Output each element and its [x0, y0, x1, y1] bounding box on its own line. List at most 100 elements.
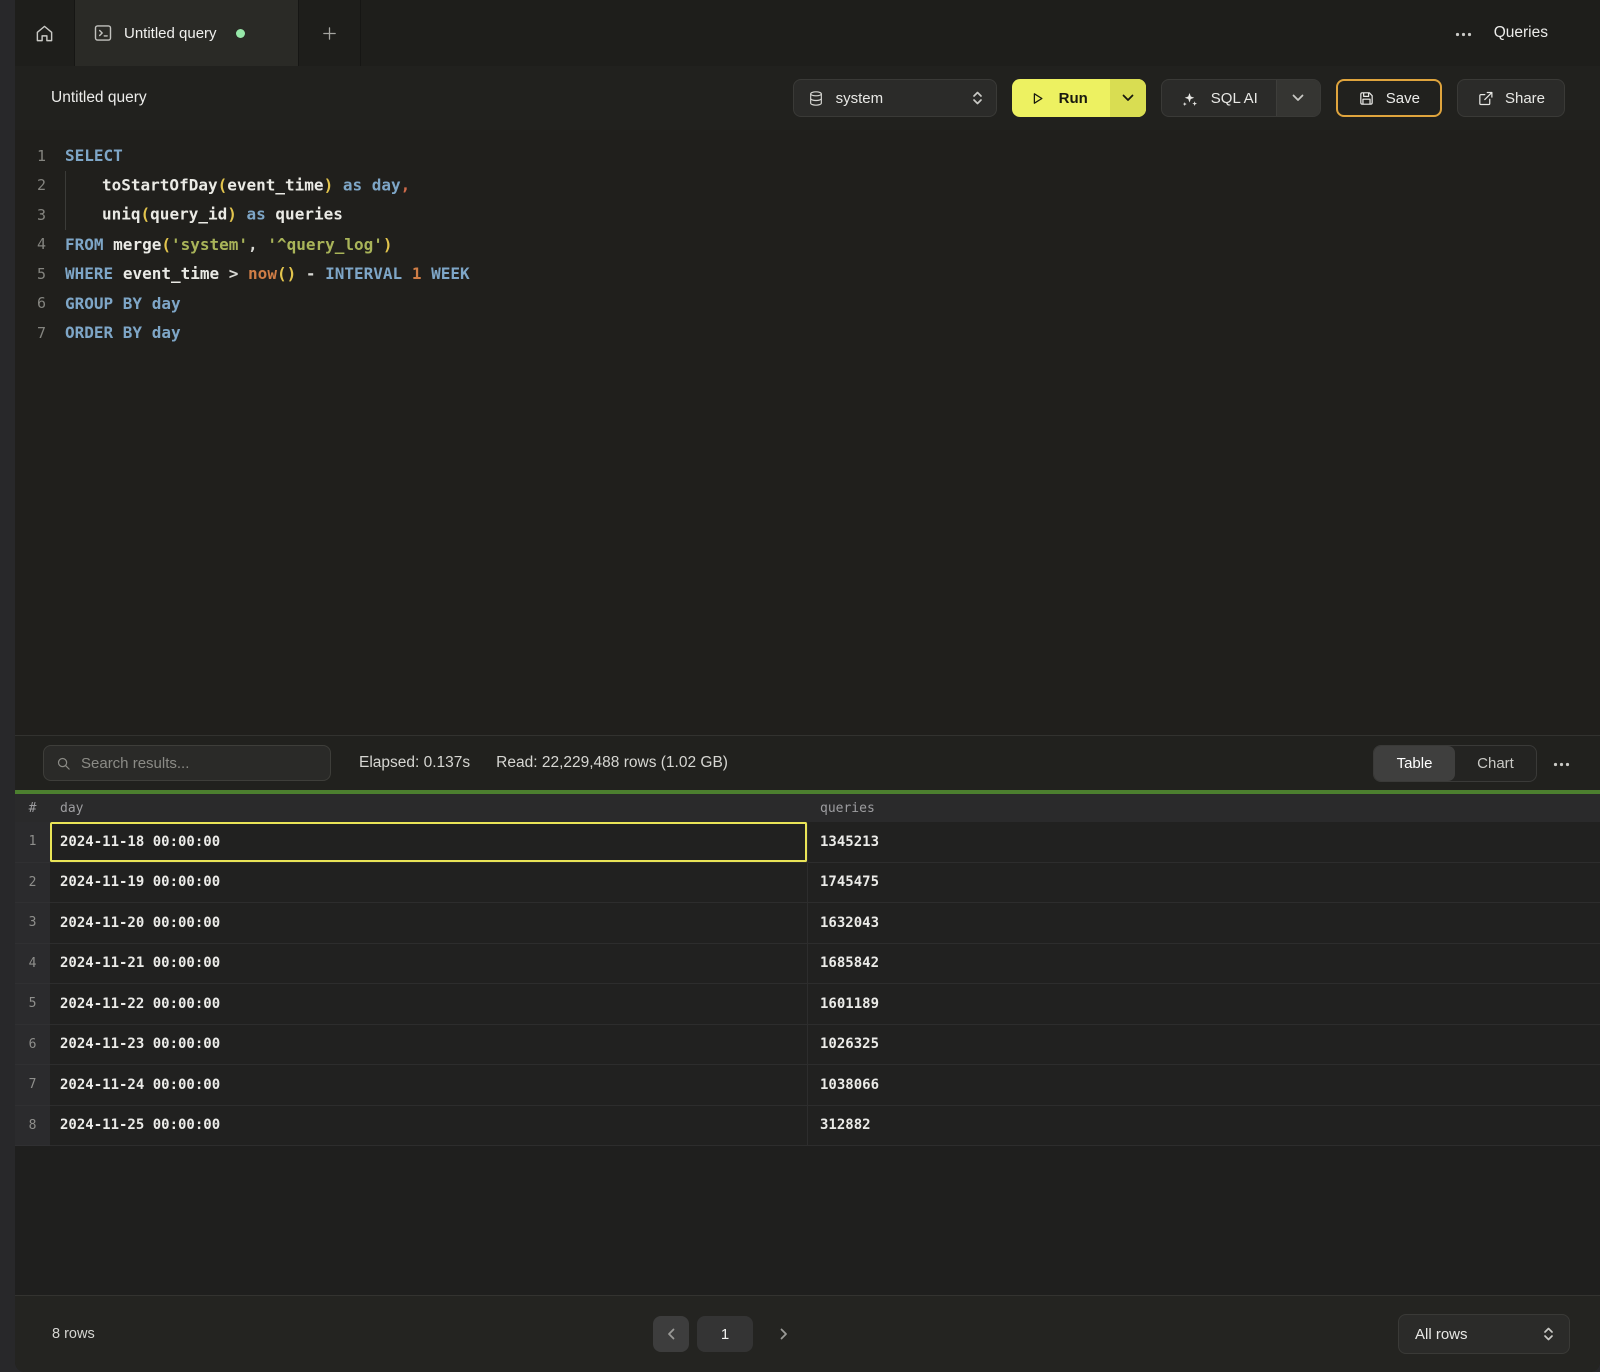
code-token	[402, 264, 412, 283]
code-token: ,	[248, 235, 267, 254]
queries-cell[interactable]: 1345213	[808, 822, 1600, 863]
view-toggle-chart[interactable]: Chart	[1455, 746, 1536, 781]
code-text: FROM merge('system', '^query_log')	[65, 235, 393, 254]
search-results-input[interactable]	[81, 755, 318, 772]
page-size-select[interactable]: All rows	[1398, 1314, 1570, 1354]
code-line[interactable]: 2toStartOfDay(event_time) as day,	[15, 171, 1600, 201]
chevron-left-icon	[667, 1328, 675, 1340]
results-more-button[interactable]	[1553, 755, 1570, 771]
day-cell[interactable]: 2024-11-19 00:00:00	[50, 863, 808, 904]
share-button-label: Share	[1505, 90, 1545, 107]
day-cell[interactable]: 2024-11-25 00:00:00	[50, 1106, 808, 1147]
code-token: ORDER BY	[65, 323, 142, 342]
code-line[interactable]: 6GROUP BY day	[15, 289, 1600, 319]
queries-cell[interactable]: 1685842	[808, 944, 1600, 985]
code-token: event_time	[123, 264, 219, 283]
queries-cell[interactable]: 1601189	[808, 984, 1600, 1025]
table-row: 32024-11-20 00:00:001632043	[15, 903, 1600, 944]
current-page-button[interactable]: 1	[697, 1316, 753, 1352]
row-number-cell: 6	[15, 1025, 50, 1066]
code-token: FROM	[65, 235, 104, 254]
new-tab-button[interactable]	[299, 0, 361, 66]
run-button-main[interactable]: Run	[1012, 79, 1110, 117]
search-icon	[56, 756, 71, 771]
table-body: 12024-11-18 00:00:00134521322024-11-19 0…	[15, 822, 1600, 1146]
code-token: day	[372, 175, 401, 194]
code-text: WHERE event_time > now() - INTERVAL 1 WE…	[65, 264, 470, 283]
tabbar-more-button[interactable]	[1455, 25, 1472, 41]
sql-ai-options-button[interactable]	[1276, 80, 1320, 116]
queries-cell[interactable]: 1026325	[808, 1025, 1600, 1066]
table-row: 82024-11-25 00:00:00312882	[15, 1106, 1600, 1147]
table-row: 72024-11-24 00:00:001038066	[15, 1065, 1600, 1106]
database-select[interactable]: system	[793, 79, 997, 117]
column-header-queries[interactable]: queries	[808, 801, 1600, 816]
column-header-index[interactable]: #	[15, 801, 50, 816]
view-toggle: Table Chart	[1373, 745, 1537, 782]
query-title: Untitled query	[51, 89, 147, 107]
code-line[interactable]: 4FROM merge('system', '^query_log')	[15, 230, 1600, 260]
sparkles-icon	[1180, 89, 1199, 108]
queries-cell[interactable]: 1745475	[808, 863, 1600, 904]
row-number-cell: 3	[15, 903, 50, 944]
code-token: )	[227, 204, 237, 223]
code-token	[113, 264, 123, 283]
code-token: )	[383, 235, 393, 254]
run-button[interactable]: Run	[1012, 79, 1146, 117]
code-token: INTERVAL	[325, 264, 402, 283]
code-line[interactable]: 3uniq(query_id) as queries	[15, 200, 1600, 230]
column-header-day[interactable]: day	[50, 801, 808, 816]
code-text: ORDER BY day	[65, 323, 181, 342]
read-stat: Read: 22,229,488 rows (1.02 GB)	[496, 754, 728, 772]
code-lines: 1SELECT2toStartOfDay(event_time) as day,…	[15, 141, 1600, 348]
day-cell[interactable]: 2024-11-24 00:00:00	[50, 1065, 808, 1106]
code-token: uniq	[102, 204, 141, 223]
table-header: # day queries	[15, 794, 1600, 822]
terminal-icon	[93, 23, 113, 43]
code-token: '^query_log'	[267, 235, 383, 254]
share-button[interactable]: Share	[1457, 79, 1565, 117]
search-results-box[interactable]	[43, 745, 331, 781]
code-token	[65, 171, 102, 201]
page-size-value: All rows	[1415, 1326, 1468, 1343]
save-button[interactable]: Save	[1336, 79, 1442, 117]
code-token: >	[219, 264, 248, 283]
table-row: 12024-11-18 00:00:001345213	[15, 822, 1600, 863]
pagination: 1	[653, 1296, 801, 1372]
previous-page-button[interactable]	[653, 1316, 689, 1352]
code-token: WEEK	[431, 264, 470, 283]
code-token: queries	[275, 204, 342, 223]
row-number-cell: 7	[15, 1065, 50, 1106]
code-text: SELECT	[65, 146, 123, 165]
sql-ai-button-label: SQL AI	[1211, 90, 1258, 107]
queries-cell[interactable]: 1038066	[808, 1065, 1600, 1106]
code-token	[142, 294, 152, 313]
queries-breadcrumb[interactable]: Queries	[1494, 24, 1548, 42]
next-page-button[interactable]	[767, 1316, 801, 1352]
code-line[interactable]: 7ORDER BY day	[15, 318, 1600, 348]
tab-untitled-query[interactable]: Untitled query	[75, 0, 299, 66]
sql-ai-button-main[interactable]: SQL AI	[1162, 80, 1276, 116]
home-button[interactable]	[15, 0, 75, 66]
plus-icon	[321, 25, 338, 42]
code-token: toStartOfDay	[102, 175, 218, 194]
day-cell[interactable]: 2024-11-22 00:00:00	[50, 984, 808, 1025]
chevron-down-icon	[1292, 94, 1304, 102]
view-toggle-table[interactable]: Table	[1374, 746, 1455, 781]
code-line[interactable]: 5WHERE event_time > now() - INTERVAL 1 W…	[15, 259, 1600, 289]
run-button-label: Run	[1059, 90, 1088, 107]
sql-ai-button[interactable]: SQL AI	[1161, 79, 1321, 117]
run-options-button[interactable]	[1110, 79, 1146, 117]
day-cell[interactable]: 2024-11-23 00:00:00	[50, 1025, 808, 1066]
sql-editor[interactable]: 1SELECT2toStartOfDay(event_time) as day,…	[15, 130, 1600, 735]
code-token	[266, 204, 276, 223]
queries-cell[interactable]: 312882	[808, 1106, 1600, 1147]
queries-cell[interactable]: 1632043	[808, 903, 1600, 944]
day-cell[interactable]: 2024-11-20 00:00:00	[50, 903, 808, 944]
code-line[interactable]: 1SELECT	[15, 141, 1600, 171]
code-token	[333, 175, 343, 194]
row-count: 8 rows	[52, 1326, 95, 1342]
code-token: ,	[401, 175, 411, 194]
day-cell[interactable]: 2024-11-21 00:00:00	[50, 944, 808, 985]
day-cell-selected[interactable]: 2024-11-18 00:00:00	[50, 822, 808, 863]
